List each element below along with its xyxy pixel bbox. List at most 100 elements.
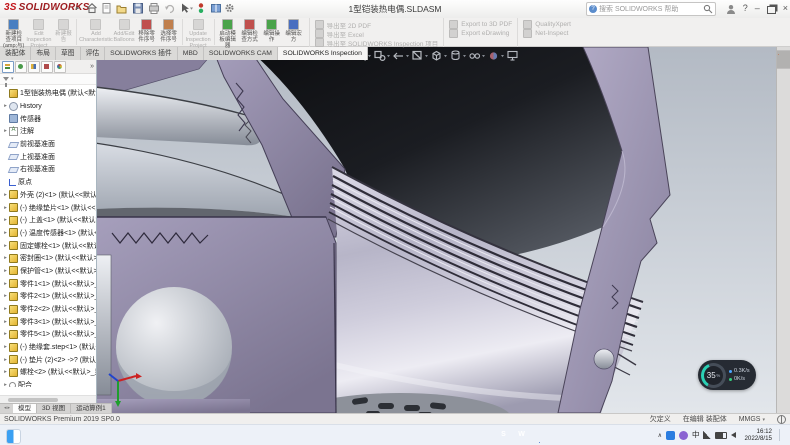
export-command[interactable]: 导出至 SOLIDWORKS Inspection 项目 [315, 38, 439, 47]
chrome-icon[interactable] [461, 428, 474, 441]
ribbon-button[interactable]: Add Characteristic [79, 18, 112, 43]
feature-tree-item[interactable]: 前视基准面 [2, 138, 96, 151]
ribbon-button[interactable]: Update Inspection Project [185, 18, 212, 49]
help-button[interactable]: ? [743, 1, 748, 16]
expand-arrow-icon[interactable]: ▸ [2, 268, 9, 274]
expand-arrow-icon[interactable]: ▸ [2, 369, 9, 375]
feature-tree-item[interactable]: ▸ 固定螺栓<1> (默认<<默认>_显示 [2, 239, 96, 252]
display-pane-icon[interactable] [212, 5, 221, 13]
expand-arrow-icon[interactable]: ▸ [2, 128, 9, 134]
feature-tree-item[interactable]: ▸ 零件3<1> (默认<<默认>_显示状态 [2, 315, 96, 328]
feature-tree-item[interactable]: 上视基准面 [2, 150, 96, 163]
ribbon-button[interactable]: 新建报 告 [52, 18, 74, 43]
expand-arrow-icon[interactable]: ▸ [2, 293, 9, 299]
filter-funnel-icon[interactable] [3, 77, 9, 81]
status-tag-icon[interactable] [777, 415, 786, 424]
dimxpert-manager-tab-icon[interactable] [41, 61, 53, 73]
feature-tree-item[interactable]: ▸ History [2, 100, 96, 113]
bluew-icon[interactable]: W [515, 428, 528, 441]
edit-appearance-icon[interactable] [490, 52, 497, 59]
greens-icon[interactable]: S [497, 428, 510, 441]
menu-flyout-arrow-icon[interactable]: ▸ [76, 4, 80, 12]
feature-tree-item[interactable]: ▸ (-) 绝缘垫片<1> (默认<<默认>_显 [2, 201, 96, 214]
model-3d-cutaway-view[interactable] [0, 47, 776, 413]
open-file-icon[interactable] [117, 6, 126, 13]
expand-arrow-icon[interactable]: ▸ [2, 192, 9, 198]
tray-chevron-icon[interactable]: ∧ [658, 432, 662, 439]
feature-tree-item[interactable]: ▸ (-) 绝缘套.step<1> (默认<<默认> [2, 341, 96, 354]
configuration-manager-tab-icon[interactable] [28, 61, 40, 73]
feature-tree-item[interactable]: ▸ (-) 上盖<1> (默认<<默认>_显示状 [2, 214, 96, 227]
heads-up-view-toolbar[interactable] [355, 49, 525, 63]
close-button[interactable]: × [783, 1, 788, 16]
command-tab[interactable]: SOLIDWORKS Inspection [278, 47, 368, 60]
filter-caret-icon[interactable]: ▾ [11, 76, 14, 82]
expand-arrow-icon[interactable]: ▸ [2, 281, 9, 287]
zoom-area-icon[interactable] [375, 52, 385, 61]
view-orientation-icon[interactable] [433, 52, 440, 61]
export-command[interactable]: QualityXpert [523, 20, 571, 29]
expand-arrow-icon[interactable]: ▸ [2, 306, 9, 312]
status-units[interactable]: MMGS▾ [739, 416, 765, 423]
tab-overflow-chevron-icon[interactable]: » [90, 63, 94, 70]
feature-tree-item[interactable]: ▸ 螺栓<2> (默认<<默认>_显示状态 [2, 366, 96, 379]
tree-horizontal-scrollbar[interactable] [0, 395, 96, 403]
expand-arrow-icon[interactable]: ▸ [2, 357, 9, 363]
mail-icon[interactable] [371, 428, 384, 441]
home-icon[interactable] [88, 4, 97, 13]
export-command[interactable]: Export eDrawing [449, 29, 512, 38]
ribbon-button[interactable]: 编辑宏 方 [283, 18, 305, 43]
property-manager-tab-icon[interactable] [15, 61, 27, 73]
feature-tree-item[interactable]: ▸ 注解 [2, 125, 96, 138]
command-tab[interactable]: 草图 [56, 47, 81, 60]
battery-icon[interactable] [715, 432, 727, 439]
options-gear-icon[interactable] [227, 5, 233, 11]
feature-tree-tab-icon[interactable] [2, 61, 14, 73]
hide-show-items-icon[interactable] [470, 54, 480, 58]
taskbar-clock[interactable]: 16:12 2022/8/15 [744, 428, 772, 442]
network-speed-widget[interactable]: 35% 0.3K/s 0K/s [698, 360, 756, 390]
search-box[interactable]: ? 搜索 SOLIDWORKS 帮助 [586, 2, 716, 16]
cloud-icon[interactable] [407, 428, 420, 441]
ribbon-button[interactable]: 编辑检 查方式 [239, 18, 261, 43]
feature-tree-item[interactable]: 原点 [2, 176, 96, 189]
view-settings-icon[interactable] [508, 52, 517, 61]
expand-arrow-icon[interactable]: ▸ [2, 382, 9, 387]
feature-tree-item[interactable]: ▸ 零件2<2> (默认<<默认>_显示状态 [2, 303, 96, 316]
edge-icon[interactable] [335, 428, 348, 441]
ribbon-button[interactable]: 选择零 件序号 [158, 18, 180, 43]
expand-arrow-icon[interactable]: ▸ [2, 230, 9, 236]
expand-arrow-icon[interactable]: ▸ [2, 331, 9, 337]
expand-arrow-icon[interactable]: ▸ [2, 217, 9, 223]
feature-tree-item[interactable]: ▸ (-) 温度传感器<1> (默认<<默认>_ [2, 227, 96, 240]
tray-app-icon[interactable] [679, 431, 688, 440]
show-desktop-button[interactable] [784, 427, 787, 443]
export-command[interactable]: Net-Inspect [523, 29, 571, 38]
print-icon[interactable] [150, 4, 159, 14]
scrollbar-thumb[interactable] [8, 398, 58, 402]
ribbon-button[interactable]: Edit Inspection Project [25, 18, 52, 49]
feature-tree-item[interactable]: ▸ 零件1<1> (默认<<默认>_显示状态 [2, 277, 96, 290]
new-document-icon[interactable] [103, 4, 110, 14]
ribbon-button[interactable] [182, 19, 183, 45]
search-icon[interactable] [299, 428, 312, 441]
expand-arrow-icon[interactable]: ▸ [2, 255, 9, 261]
feature-tree-item[interactable]: ▸ 保护管<1> (默认<<默认>_显示状 [2, 265, 96, 278]
select-cursor-icon[interactable] [182, 4, 189, 13]
command-tab[interactable]: SOLIDWORKS 插件 [105, 47, 178, 60]
photos-icon[interactable] [479, 428, 492, 441]
feature-tree-item[interactable]: 1型铠装热电偶 (默认<默认_显示状态-1 [2, 87, 96, 100]
undo-icon[interactable] [165, 6, 174, 13]
graphics-area[interactable]: 35% 0.3K/s 0K/s [0, 47, 776, 413]
feature-tree-item[interactable]: ▸ 配合 [2, 379, 96, 387]
feature-tree-item[interactable]: ▸ 零件5<1> (默认<<默认>_显示状态 [2, 328, 96, 341]
minimize-button[interactable]: – [755, 1, 760, 16]
volume-icon[interactable] [731, 432, 736, 438]
command-tab[interactable]: 评估 [81, 47, 106, 60]
ribbon-button[interactable]: Add/Edit Balloons [112, 18, 135, 43]
ribbon-button[interactable]: 启动模 板编辑 器 [217, 18, 239, 49]
display-manager-tab-icon[interactable] [54, 61, 66, 73]
leaf-icon[interactable] [425, 428, 438, 441]
ribbon-button[interactable] [214, 19, 215, 45]
expand-arrow-icon[interactable]: ▸ [2, 103, 9, 109]
